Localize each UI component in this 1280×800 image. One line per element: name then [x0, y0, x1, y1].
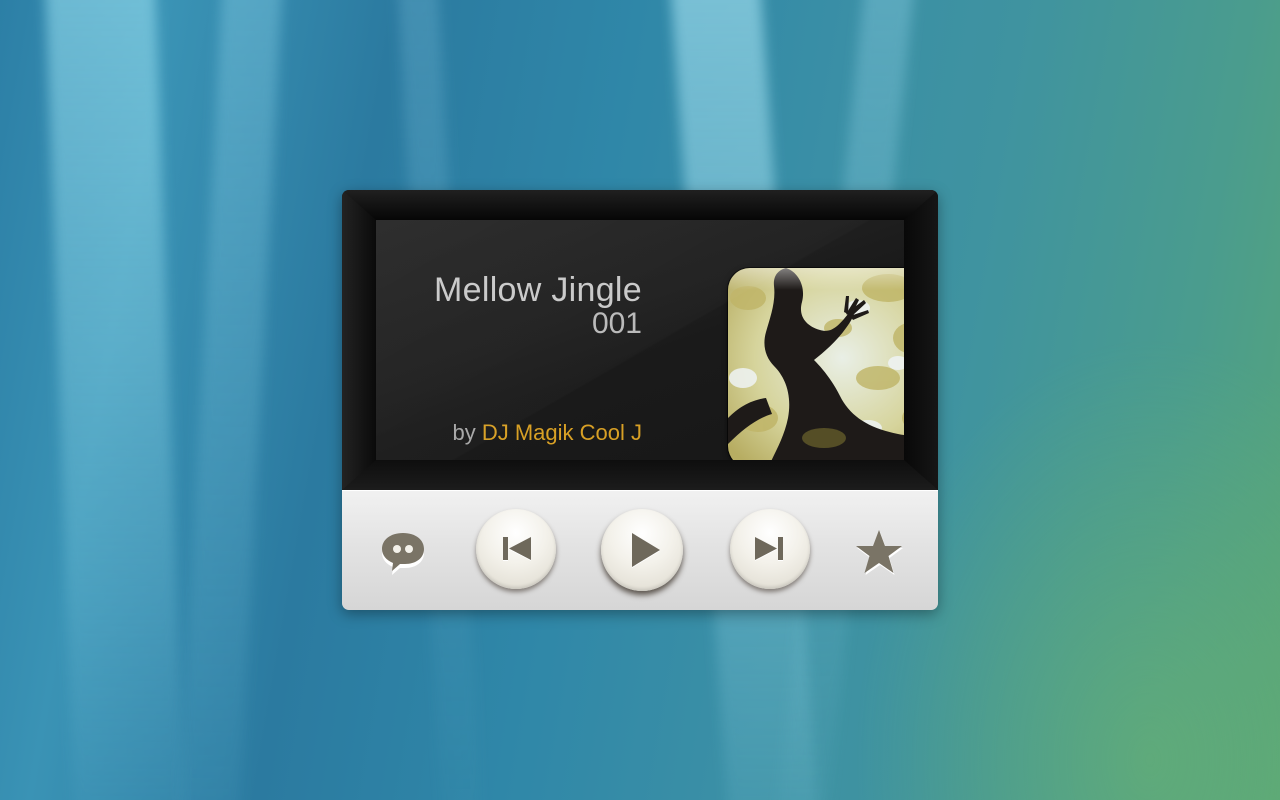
play-button[interactable]	[601, 509, 683, 591]
control-bar	[342, 490, 938, 610]
artist-line: by DJ Magik Cool J	[376, 420, 642, 446]
star-icon	[856, 530, 903, 575]
display-bevel	[342, 190, 376, 490]
album-art-gloss	[728, 268, 904, 290]
next-track-button[interactable]	[730, 509, 810, 589]
display-bevel	[904, 190, 938, 490]
display-bevel	[342, 190, 938, 220]
wallpaper-streak	[44, 0, 186, 800]
skip-previous-icon	[503, 537, 531, 561]
display-bevel	[342, 460, 938, 490]
wallpaper-streak	[177, 0, 283, 800]
track-number: 001	[591, 307, 642, 340]
chat-button[interactable]	[378, 529, 428, 575]
previous-track-button[interactable]	[476, 509, 556, 589]
album-art-image	[728, 268, 904, 460]
chat-bubble-icon	[382, 533, 424, 575]
music-player-gadget: Mellow Jingle 001 by DJ Magik Cool J	[342, 190, 938, 610]
now-playing-display: Mellow Jingle 001 by DJ Magik Cool J	[342, 190, 938, 490]
by-label: by	[452, 420, 476, 445]
album-art[interactable]	[728, 268, 904, 460]
favorite-button[interactable]	[852, 525, 906, 579]
track-title: Mellow Jingle	[434, 271, 642, 309]
skip-next-icon	[755, 537, 783, 561]
display-screen: Mellow Jingle 001 by DJ Magik Cool J	[376, 220, 904, 460]
artist-name[interactable]: DJ Magik Cool J	[482, 420, 642, 445]
play-icon	[632, 533, 660, 568]
